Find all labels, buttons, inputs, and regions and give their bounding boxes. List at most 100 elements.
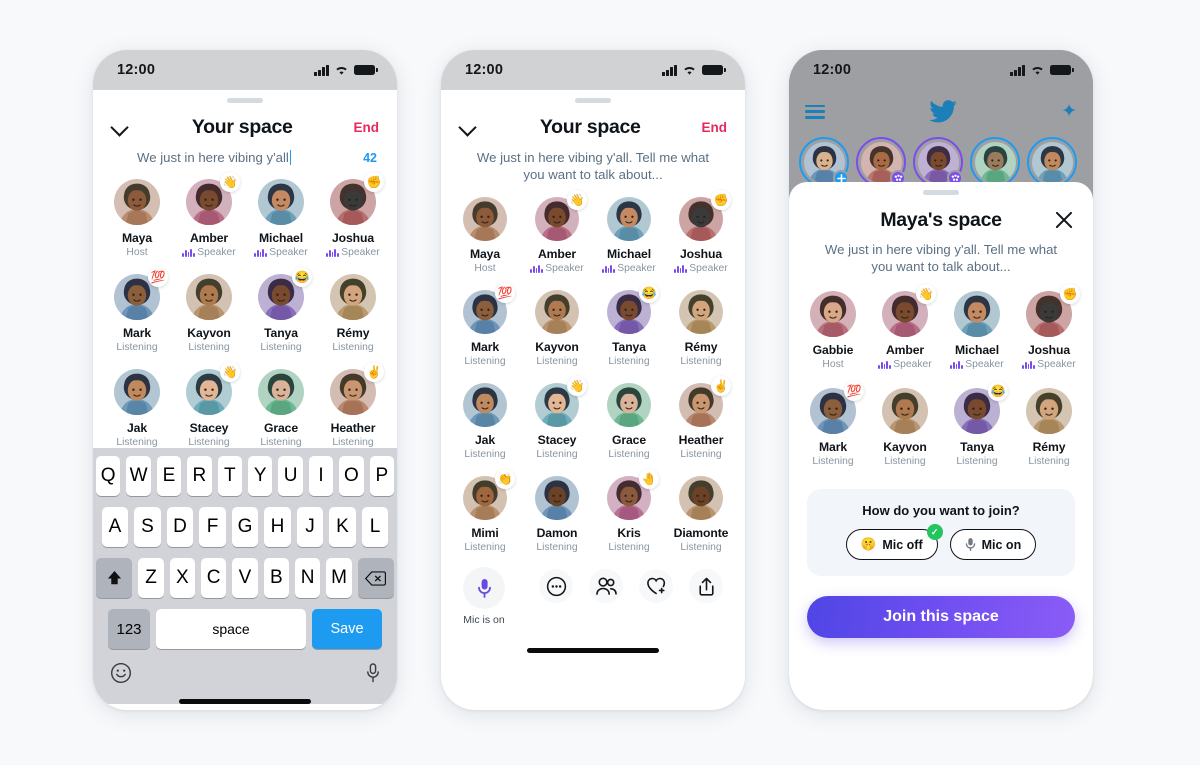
participant-role-label: Listening: [116, 437, 158, 448]
participant-jak[interactable]: Jak Listening: [449, 383, 521, 460]
participant-rmy[interactable]: Rémy Listening: [317, 274, 389, 353]
key-h[interactable]: H: [264, 507, 291, 547]
fleet-avatar-5[interactable]: [1027, 137, 1077, 187]
participant-kayvon[interactable]: Kayvon Listening: [521, 290, 593, 367]
space-key[interactable]: space: [156, 609, 306, 649]
participant-mark[interactable]: 💯 Mark Listening: [449, 283, 521, 367]
mic-off-option[interactable]: 🤫 Mic off ✓: [845, 524, 943, 560]
avatar: [258, 369, 304, 415]
mic-toggle[interactable]: Mic is on: [463, 567, 505, 626]
key-u[interactable]: U: [278, 456, 303, 496]
chevron-down-icon[interactable]: [459, 117, 479, 137]
key-k[interactable]: K: [329, 507, 356, 547]
people-icon[interactable]: [589, 569, 623, 603]
join-space-button[interactable]: Join this space: [807, 596, 1075, 638]
description-input-row[interactable]: We just in here vibing y'all 42: [93, 141, 397, 165]
key-b[interactable]: B: [263, 558, 289, 598]
reaction-emoji-icon: 👋: [220, 172, 240, 192]
avatar: ✌️: [679, 376, 731, 427]
participant-mark[interactable]: 💯 Mark Listening: [101, 267, 173, 353]
participant-amber[interactable]: 👋 Amber Speaker: [173, 172, 245, 258]
participant-michael[interactable]: Michael Speaker: [245, 179, 317, 258]
participant-michael[interactable]: Michael Speaker: [593, 197, 665, 274]
key-c[interactable]: C: [201, 558, 227, 598]
emoji-smiley-icon[interactable]: [110, 662, 132, 689]
participant-diamonte[interactable]: Diamonte Listening: [665, 476, 737, 553]
participant-amber[interactable]: 👋 Amber Speaker: [869, 284, 941, 370]
participant-joshua[interactable]: ✊ Joshua Speaker: [665, 190, 737, 274]
participant-maya[interactable]: Maya Host: [101, 179, 173, 258]
participant-mark[interactable]: 💯 Mark Listening: [797, 381, 869, 467]
fleet-avatar-1[interactable]: [799, 137, 849, 187]
key-o[interactable]: O: [339, 456, 364, 496]
participant-kayvon[interactable]: Kayvon Listening: [173, 274, 245, 353]
participant-mimi[interactable]: 👏 Mimi Listening: [449, 469, 521, 553]
participant-role-label: Listening: [956, 456, 998, 467]
key-d[interactable]: D: [166, 507, 194, 547]
chevron-down-icon[interactable]: [111, 117, 131, 137]
key-s[interactable]: S: [134, 507, 161, 547]
shift-arrow-icon[interactable]: [96, 558, 133, 598]
key-l[interactable]: L: [361, 507, 389, 547]
participant-jak[interactable]: Jak Listening: [101, 369, 173, 448]
numbers-key[interactable]: 123: [108, 609, 150, 649]
participant-grace[interactable]: Grace Listening: [593, 383, 665, 460]
participant-tanya[interactable]: 😂 Tanya Listening: [593, 283, 665, 367]
participant-heather[interactable]: ✌️ Heather Listening: [665, 376, 737, 460]
key-w[interactable]: W: [126, 456, 151, 496]
close-x-icon[interactable]: [1053, 209, 1075, 231]
participant-kris[interactable]: 🤚 Kris Listening: [593, 469, 665, 553]
key-x[interactable]: X: [169, 558, 195, 598]
share-upload-icon[interactable]: [689, 569, 723, 603]
participant-amber[interactable]: 👋 Amber Speaker: [521, 190, 593, 274]
more-dots-icon[interactable]: [539, 569, 573, 603]
save-key[interactable]: Save: [312, 609, 382, 649]
key-f[interactable]: F: [199, 507, 226, 547]
hamburger-menu-icon[interactable]: [805, 104, 825, 119]
key-y[interactable]: Y: [248, 456, 273, 496]
participant-grace[interactable]: Grace Listening: [245, 369, 317, 448]
description-input[interactable]: We just in here vibing y'all: [137, 150, 289, 165]
key-j[interactable]: J: [296, 507, 324, 547]
heart-plus-icon[interactable]: [639, 569, 673, 603]
sparkle-icon[interactable]: ✦: [1061, 102, 1077, 121]
participant-heather[interactable]: ✌️ Heather Listening: [317, 362, 389, 448]
participant-tanya[interactable]: 😂 Tanya Listening: [941, 381, 1013, 467]
key-n[interactable]: N: [294, 558, 321, 598]
participant-role-label: Speaker: [617, 263, 656, 274]
page-root: 12:00 Your space End We just in here vib…: [0, 0, 1200, 765]
key-r[interactable]: R: [187, 456, 212, 496]
key-z[interactable]: Z: [138, 558, 164, 598]
fleet-avatar-4[interactable]: [970, 137, 1020, 187]
key-v[interactable]: V: [232, 558, 258, 598]
participant-michael[interactable]: Michael Speaker: [941, 291, 1013, 370]
key-t[interactable]: T: [217, 456, 242, 496]
backspace-icon[interactable]: [357, 558, 394, 598]
participant-stacey[interactable]: 👋 Stacey Listening: [521, 376, 593, 460]
key-e[interactable]: E: [156, 456, 182, 496]
microphone-icon[interactable]: [463, 567, 505, 609]
participant-damon[interactable]: Damon Listening: [521, 476, 593, 553]
participant-role: Host: [474, 263, 495, 274]
participant-gabbie[interactable]: Gabbie Host: [797, 291, 869, 370]
fleet-avatar-2[interactable]: [856, 137, 906, 187]
microphone-icon[interactable]: [366, 663, 380, 688]
participant-rmy[interactable]: Rémy Listening: [1013, 388, 1085, 467]
key-q[interactable]: Q: [95, 456, 121, 496]
key-p[interactable]: P: [369, 456, 395, 496]
key-a[interactable]: A: [101, 507, 129, 547]
participant-joshua[interactable]: ✊ Joshua Speaker: [317, 172, 389, 258]
key-g[interactable]: G: [231, 507, 259, 547]
mic-on-option[interactable]: Mic on: [949, 529, 1037, 560]
participant-rmy[interactable]: Rémy Listening: [665, 290, 737, 367]
end-button[interactable]: End: [354, 120, 380, 135]
participant-tanya[interactable]: 😂 Tanya Listening: [245, 267, 317, 353]
key-i[interactable]: I: [308, 456, 334, 496]
participant-maya[interactable]: Maya Host: [449, 197, 521, 274]
participant-stacey[interactable]: 👋 Stacey Listening: [173, 362, 245, 448]
key-m[interactable]: M: [326, 558, 352, 598]
participant-joshua[interactable]: ✊ Joshua Speaker: [1013, 284, 1085, 370]
participant-kayvon[interactable]: Kayvon Listening: [869, 388, 941, 467]
fleet-avatar-3[interactable]: [913, 137, 963, 187]
end-button[interactable]: End: [702, 120, 728, 135]
